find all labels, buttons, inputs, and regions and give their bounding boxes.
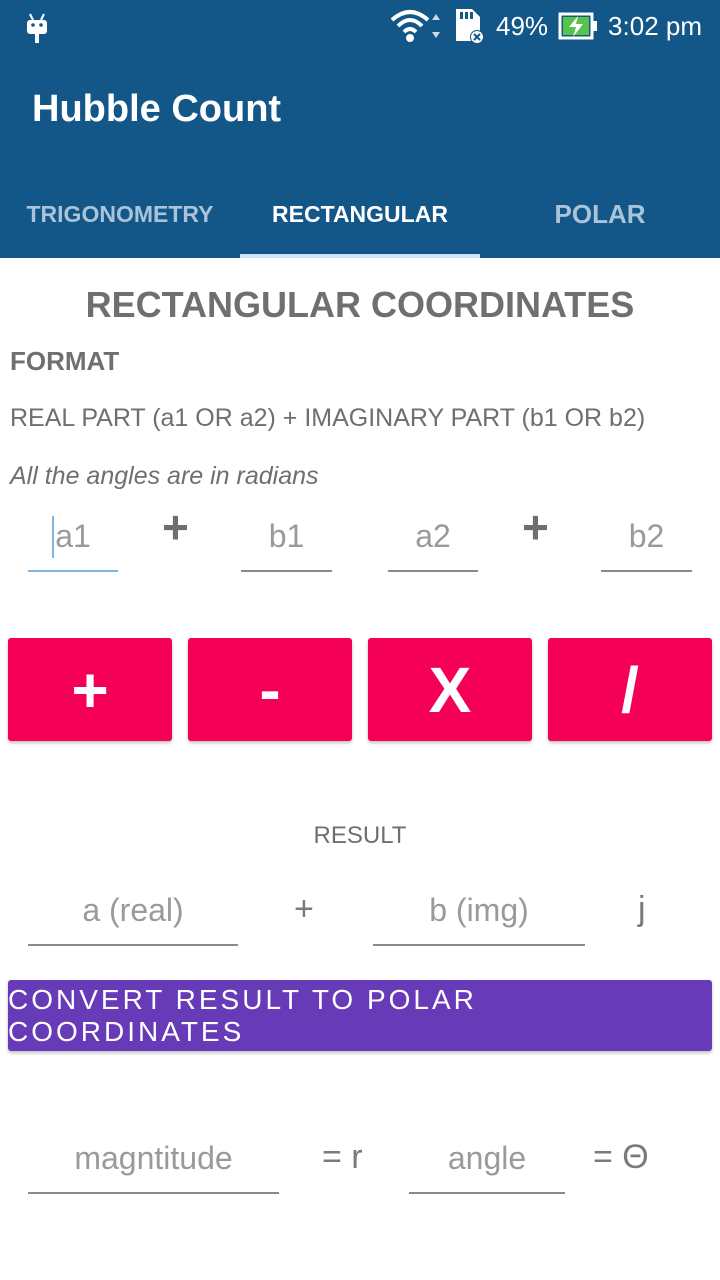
format-description: REAL PART (a1 OR a2) + IMAGINARY PART (b…	[10, 404, 646, 432]
result-img-field[interactable]: b (img)	[373, 876, 585, 946]
app-bar: Hubble Count TRIGONOMETRY RECTANGULAR PO…	[0, 52, 720, 258]
divide-button[interactable]: /	[548, 638, 712, 741]
page-title: RECTANGULAR COORDINATES	[85, 284, 635, 325]
a1-placeholder: a1	[55, 517, 91, 554]
a2-placeholder: a2	[415, 517, 451, 554]
status-bar: 49% 3:02 pm	[0, 0, 720, 52]
sd-card-icon	[456, 9, 484, 44]
tab-rectangular[interactable]: RECTANGULAR	[240, 170, 480, 258]
subtract-button[interactable]: -	[188, 638, 352, 741]
b1-placeholder: b1	[268, 517, 305, 554]
tab-polar[interactable]: POLAR	[480, 170, 720, 258]
a1-input[interactable]: a1	[28, 502, 118, 572]
r-label: = r	[322, 1138, 363, 1176]
magnitude-field[interactable]: magntitude	[28, 1124, 279, 1194]
angle-field[interactable]: angle	[409, 1124, 565, 1194]
angles-note: All the angles are in radians	[10, 462, 319, 490]
tab-trigonometry[interactable]: TRIGONOMETRY	[0, 170, 240, 258]
theta-label: = Θ	[593, 1138, 649, 1176]
b2-input[interactable]: b2	[601, 502, 692, 572]
result-real-field[interactable]: a (real)	[28, 876, 238, 946]
plus-sign-2: +	[522, 501, 549, 553]
battery-charging-icon	[558, 12, 598, 40]
wifi-icon	[390, 10, 440, 42]
result-real-placeholder: a (real)	[82, 891, 184, 928]
a2-input[interactable]: a2	[388, 502, 478, 572]
plus-sign-1: +	[162, 501, 189, 553]
format-label: FORMAT	[10, 346, 120, 376]
imaginary-unit-label: j	[638, 890, 646, 928]
result-plus-sign: +	[294, 890, 314, 928]
angle-placeholder: angle	[447, 1139, 527, 1176]
b2-placeholder: b2	[628, 517, 665, 554]
android-icon	[27, 13, 47, 43]
status-time: 3:02 pm	[608, 10, 702, 41]
battery-percent: 49%	[496, 10, 549, 41]
app-title: Hubble Count	[32, 88, 282, 130]
b1-input[interactable]: b1	[241, 502, 332, 572]
result-label: RESULT	[313, 822, 407, 849]
multiply-button[interactable]: X	[368, 638, 532, 741]
text-caret	[52, 516, 54, 558]
convert-to-polar-button[interactable]: CONVERT RESULT TO POLAR COORDINATES	[8, 980, 712, 1051]
tab-bar: TRIGONOMETRY RECTANGULAR POLAR	[0, 170, 720, 258]
magnitude-placeholder: magntitude	[74, 1139, 233, 1176]
result-img-placeholder: b (img)	[429, 891, 529, 928]
add-button[interactable]: +	[8, 638, 172, 741]
